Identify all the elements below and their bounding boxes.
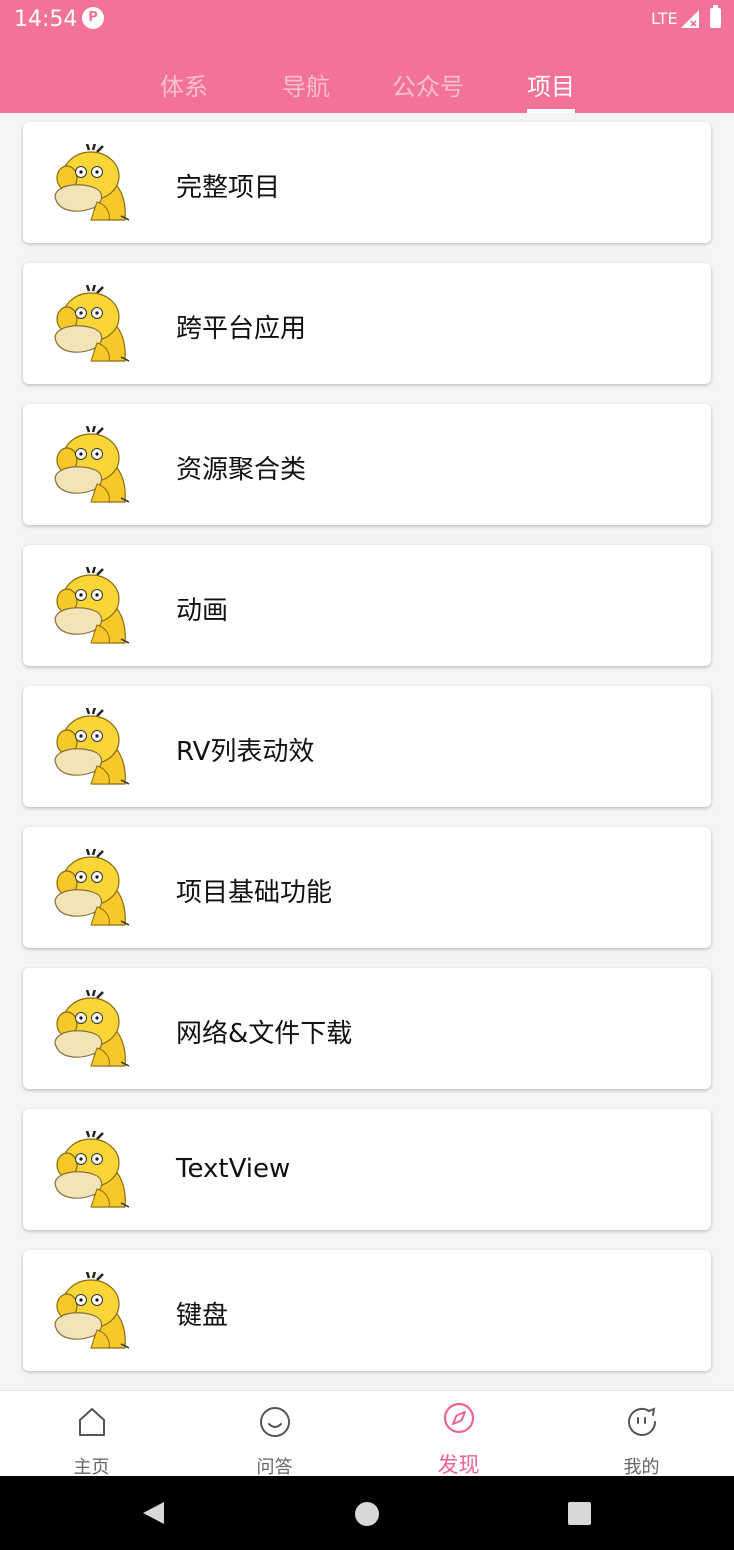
app-bar: 14:54 P LTE 体系 导航 公众号 项目 bbox=[0, 0, 734, 113]
signal-icon bbox=[681, 10, 699, 28]
home-button-icon[interactable] bbox=[355, 1502, 379, 1526]
nav-qa[interactable]: 问答 bbox=[183, 1391, 366, 1478]
status-bar: 14:54 P LTE bbox=[0, 0, 734, 38]
bottom-navigation: 主页 问答 发现 我的 bbox=[0, 1390, 734, 1478]
psyduck-avatar bbox=[51, 567, 131, 645]
item-label: TextView bbox=[176, 1154, 291, 1184]
recents-icon[interactable] bbox=[568, 1502, 591, 1525]
psyduck-avatar bbox=[51, 1131, 131, 1209]
list-item[interactable]: RV列表动效 bbox=[23, 686, 711, 807]
psyduck-avatar bbox=[51, 1272, 131, 1350]
tab-gongzhonghao[interactable]: 公众号 bbox=[392, 67, 464, 113]
tab-tixi[interactable]: 体系 bbox=[160, 67, 208, 113]
list-item[interactable]: 资源聚合类 bbox=[23, 404, 711, 525]
nav-home[interactable]: 主页 bbox=[0, 1391, 183, 1478]
nav-discover[interactable]: 发现 bbox=[367, 1391, 550, 1477]
list-item[interactable]: 键盘 bbox=[23, 1250, 711, 1371]
tab-xiangmu[interactable]: 项目 bbox=[527, 67, 575, 113]
psyduck-avatar bbox=[51, 849, 131, 927]
item-label: 网络&文件下载 bbox=[176, 1019, 353, 1049]
psyduck-avatar bbox=[51, 708, 131, 786]
psyduck-avatar bbox=[51, 426, 131, 504]
list-item[interactable]: 完整项目 bbox=[23, 122, 711, 243]
list-item[interactable]: 项目基础功能 bbox=[23, 827, 711, 948]
item-label: 跨平台应用 bbox=[176, 314, 307, 344]
tab-label: 项目 bbox=[527, 73, 575, 101]
psyduck-avatar bbox=[51, 990, 131, 1068]
project-category-list[interactable]: 完整项目 跨平台应用 资源聚合类 动画 RV列表动效 项目基础功能 网络&文件下… bbox=[0, 113, 734, 1390]
home-icon bbox=[79, 1408, 105, 1436]
face-icon bbox=[628, 1407, 656, 1436]
list-item[interactable]: TextView bbox=[23, 1109, 711, 1230]
nav-label: 发现 bbox=[437, 1453, 480, 1477]
tab-daohang[interactable]: 导航 bbox=[282, 67, 330, 113]
item-label: 项目基础功能 bbox=[176, 878, 333, 908]
nav-mine[interactable]: 我的 bbox=[550, 1391, 733, 1478]
psyduck-avatar bbox=[51, 144, 131, 222]
compass-icon bbox=[443, 1402, 475, 1434]
tab-label: 公众号 bbox=[392, 73, 464, 101]
item-label: 完整项目 bbox=[176, 173, 281, 203]
item-label: 键盘 bbox=[176, 1301, 229, 1331]
list-item[interactable]: 跨平台应用 bbox=[23, 263, 711, 384]
item-label: 动画 bbox=[176, 596, 229, 626]
item-label: 资源聚合类 bbox=[176, 455, 307, 485]
item-label: RV列表动效 bbox=[176, 737, 315, 767]
status-app-icon: P bbox=[82, 7, 104, 29]
psyduck-avatar bbox=[51, 285, 131, 363]
back-icon[interactable] bbox=[140, 1500, 166, 1526]
battery-icon bbox=[710, 5, 721, 28]
network-type: LTE bbox=[651, 9, 678, 28]
tab-label: 体系 bbox=[160, 73, 208, 101]
chat-smile-icon bbox=[260, 1407, 290, 1437]
system-navigation-bar bbox=[0, 1476, 734, 1550]
list-item[interactable]: 动画 bbox=[23, 545, 711, 666]
status-time: 14:54 bbox=[14, 7, 78, 32]
tab-label: 导航 bbox=[282, 73, 330, 101]
list-item[interactable]: 网络&文件下载 bbox=[23, 968, 711, 1089]
top-tabs: 体系 导航 公众号 项目 bbox=[0, 60, 734, 113]
